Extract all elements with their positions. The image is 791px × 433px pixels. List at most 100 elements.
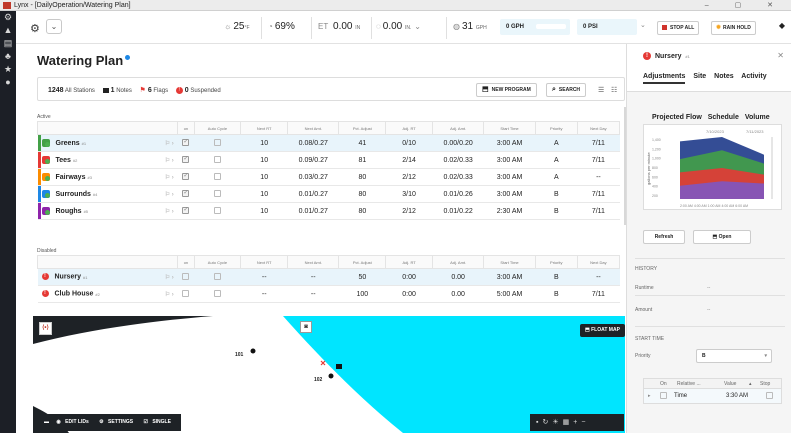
auto-cycle-checkbox[interactable] [213, 172, 221, 180]
col-next-day[interactable]: Next Day [576, 121, 621, 135]
col-start-time[interactable]: Start Time [483, 255, 536, 269]
rain-hold-button[interactable]: ✹ RAIN HOLD [711, 21, 756, 35]
col-adj-rt[interactable]: Adj. RT [385, 121, 433, 135]
next-amt-cell[interactable]: 0.09/0.27 [287, 151, 339, 169]
auto-cycle-cell[interactable] [194, 185, 241, 203]
station-name-cell[interactable]: Surrounds #4 ⚐ › [37, 185, 178, 203]
search-button[interactable]: ⌕ SEARCH [546, 83, 587, 97]
next-rt-cell[interactable]: 10 [240, 151, 288, 169]
row-actions-icon[interactable]: ⚐ › [165, 274, 174, 281]
auto-cycle-cell[interactable] [194, 168, 241, 186]
gear-icon[interactable]: ⚙ [0, 11, 16, 24]
gauge-dropdown-icon[interactable]: ⌄ [640, 21, 646, 29]
col-next-amt[interactable]: Next Amt. [287, 255, 340, 269]
col-next-rt[interactable]: Next RT [240, 255, 289, 269]
table-row[interactable]: Greens#1⚐ › 100.08/0.27410/100.00/0.203:0… [37, 134, 620, 152]
map-grid-icon[interactable]: ▦ [563, 419, 574, 426]
map-camera-button[interactable]: ◙ [300, 321, 312, 333]
col-auto-cycle[interactable]: Auto Cycle [193, 121, 242, 135]
open-button[interactable]: ⬒ Open [693, 230, 751, 244]
next-amt-cell[interactable]: -- [287, 285, 339, 303]
col-next-day[interactable]: Next Day [576, 255, 621, 269]
station-name-cell[interactable]: Roughs #5 ⚐ › [37, 202, 178, 220]
window-controls[interactable]: – ▢ ✕ [705, 0, 785, 11]
priority-select[interactable]: B ▾ [696, 349, 772, 363]
table-row[interactable]: Fairways#3⚐ › 100.03/0.27802/120.02/0.333… [37, 168, 620, 186]
priority-cell[interactable]: A [535, 151, 578, 169]
station-name-cell[interactable]: ! Nursery #1 ⚐ › [37, 268, 178, 286]
row-actions-icon[interactable]: ⚐ › [165, 208, 174, 215]
on-cell[interactable] [177, 202, 195, 220]
next-rt-cell[interactable]: -- [240, 268, 288, 286]
col-priority[interactable]: Priority [534, 255, 578, 269]
settings-gear-icon[interactable]: ⚙ [30, 22, 40, 35]
on-checkbox[interactable] [660, 392, 667, 399]
priority-cell[interactable]: B [535, 185, 578, 203]
next-amt-cell[interactable]: 0.01/0.27 [287, 185, 339, 203]
station-name-cell[interactable]: Tees #2 ⚐ › [37, 151, 178, 169]
close-icon[interactable]: ✕ [777, 51, 784, 60]
next-amt-cell[interactable]: 0.08/0.27 [287, 134, 339, 152]
tab-volume[interactable]: Volume [745, 114, 770, 121]
tab-activity[interactable]: Activity [741, 73, 766, 80]
pct-adjust-cell[interactable]: 80 [338, 202, 386, 220]
start-time-cell[interactable]: 5:00 AM [483, 285, 536, 303]
table-row[interactable]: Surrounds#4⚐ › 100.01/0.27803/100.01/0.26… [37, 185, 620, 203]
list-view-icon[interactable]: ☰ [598, 86, 604, 94]
station-name-cell[interactable]: ! Club House #2 ⚐ › [37, 285, 178, 303]
col-priority[interactable]: Priority [534, 121, 578, 135]
auto-cycle-cell[interactable] [194, 134, 241, 152]
row-actions-icon[interactable]: ⚐ › [165, 174, 174, 181]
row-actions-icon[interactable]: ⚐ › [165, 140, 174, 147]
next-rt-cell[interactable]: 10 [240, 134, 288, 152]
tab-site[interactable]: Site [693, 73, 706, 80]
on-cell[interactable] [177, 168, 195, 186]
col-start-time[interactable]: Start Time [483, 121, 536, 135]
on-cell[interactable] [177, 185, 195, 203]
col-adj-rt[interactable]: Adj. RT [385, 255, 433, 269]
col-auto-cycle[interactable]: Auto Cycle [193, 255, 242, 269]
map-rotate-icon[interactable]: ↻ [542, 419, 552, 426]
pct-adjust-cell[interactable]: 81 [338, 151, 386, 169]
tab-notes[interactable]: Notes [714, 73, 733, 80]
col-on[interactable]: on [177, 121, 195, 135]
on-checkbox[interactable] [182, 189, 190, 197]
tab-adjustments[interactable]: Adjustments [643, 73, 686, 84]
tab-schedule[interactable]: Schedule [708, 114, 739, 121]
start-time-row[interactable]: ▸ Time 3:30 AM [644, 389, 781, 403]
site-dropdown[interactable]: ⌄ [46, 19, 62, 34]
drop-icon[interactable]: ▲ [0, 24, 16, 37]
auto-cycle-checkbox[interactable] [213, 138, 221, 146]
station-name-cell[interactable]: Greens #1 ⚐ › [37, 134, 178, 152]
start-time-cell[interactable]: 3:00 AM [483, 151, 536, 169]
pct-adjust-cell[interactable]: 80 [338, 185, 386, 203]
col-adj-amt[interactable]: Adj. Amt. [431, 255, 485, 269]
auto-cycle-cell[interactable] [194, 268, 241, 286]
map-sun-icon[interactable]: ☀ [552, 419, 562, 426]
next-amt-cell[interactable]: 0.03/0.27 [287, 168, 339, 186]
table-row[interactable]: ! Club House #2 ⚐ › -- -- 100 0:00 0.00 5:00 AM B 7… [37, 285, 620, 303]
expand-icon[interactable]: ▸ [648, 389, 651, 403]
stop-checkbox[interactable] [766, 392, 773, 399]
pct-adjust-cell[interactable]: 100 [338, 285, 386, 303]
priority-cell[interactable]: B [535, 202, 578, 220]
auto-cycle-checkbox[interactable] [213, 289, 221, 297]
auto-cycle-checkbox[interactable] [213, 189, 221, 197]
start-time-cell[interactable]: 2:30 AM [483, 202, 536, 220]
auto-cycle-cell[interactable] [194, 202, 241, 220]
row-actions-icon[interactable]: ⚐ › [165, 291, 174, 298]
float-map-button[interactable]: ⬒ FLOAT MAP [580, 324, 625, 337]
on-cell[interactable] [177, 134, 195, 152]
start-time-cell[interactable]: 3:00 AM [483, 168, 536, 186]
table-row[interactable]: Tees#2⚐ › 100.09/0.27812/140.02/0.333:00 … [37, 151, 620, 169]
col-pct-adjust[interactable]: Pct. Adjust [338, 255, 387, 269]
sprinkler-marker[interactable] [250, 348, 256, 354]
on-cell[interactable] [177, 268, 195, 286]
info-dot-icon[interactable] [125, 55, 131, 60]
priority-cell[interactable]: B [535, 285, 578, 303]
on-checkbox[interactable] [182, 138, 190, 146]
new-program-button[interactable]: ⬒ NEW PROGRAM [476, 83, 537, 97]
grid-view-icon[interactable]: ☷ [611, 86, 617, 94]
notification-icon[interactable]: ◆ [779, 21, 785, 30]
col-adj-amt[interactable]: Adj. Amt. [431, 121, 485, 135]
